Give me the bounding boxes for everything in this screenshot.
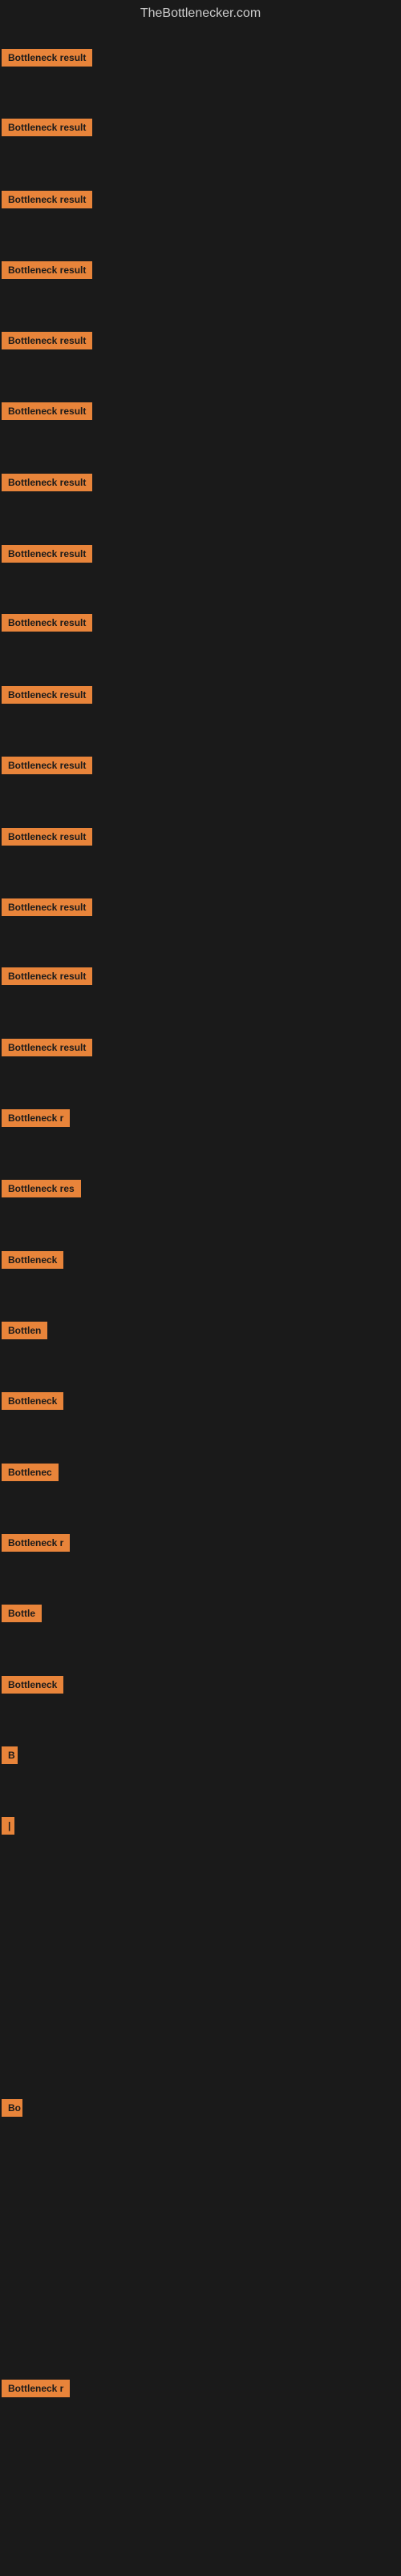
bottleneck-badge: B: [2, 1746, 18, 1764]
list-item: Bottleneck result: [2, 898, 92, 920]
list-item: Bottleneck result: [2, 332, 92, 353]
list-item: Bottleneck result: [2, 474, 92, 495]
bottleneck-badge: Bottleneck result: [2, 967, 92, 985]
list-item: Bottleneck result: [2, 261, 92, 283]
list-item: B: [2, 1746, 18, 1768]
site-title: TheBottlenecker.com: [0, 0, 401, 27]
list-item: Bottleneck result: [2, 686, 92, 708]
bottleneck-badge: Bottlenec: [2, 1464, 59, 1481]
list-item: Bottleneck: [2, 1392, 63, 1414]
bottleneck-badge: Bottleneck result: [2, 828, 92, 846]
bottleneck-badge: Bottleneck result: [2, 49, 92, 67]
bottleneck-badge: Bottleneck res: [2, 1180, 81, 1197]
list-item: Bottlenec: [2, 1464, 59, 1485]
bottleneck-badge: Bottleneck: [2, 1676, 63, 1694]
bottleneck-badge: Bo: [2, 2099, 22, 2117]
list-item: Bottleneck result: [2, 828, 92, 850]
bottleneck-badge: Bottleneck result: [2, 614, 92, 632]
bottleneck-badge: Bottleneck result: [2, 545, 92, 563]
list-item: Bottleneck: [2, 1251, 63, 1273]
list-item: Bottleneck r: [2, 2380, 70, 2401]
bottleneck-badge: Bottleneck: [2, 1251, 63, 1269]
list-item: Bottleneck r: [2, 1109, 70, 1131]
bottleneck-badge: Bottleneck result: [2, 474, 92, 491]
bottleneck-badge: Bottleneck result: [2, 1039, 92, 1056]
list-item: Bo: [2, 2099, 22, 2121]
bottleneck-badge: Bottleneck r: [2, 1534, 70, 1552]
list-item: Bottleneck result: [2, 545, 92, 567]
list-item: Bottleneck result: [2, 402, 92, 424]
bottleneck-badge: Bottleneck result: [2, 402, 92, 420]
list-item: Bottleneck result: [2, 967, 92, 989]
bottleneck-badge: Bottlen: [2, 1322, 47, 1339]
list-item: Bottleneck result: [2, 614, 92, 636]
list-item: |: [2, 1817, 14, 1839]
bottleneck-badge: Bottleneck r: [2, 1109, 70, 1127]
bottleneck-badge: Bottleneck r: [2, 2380, 70, 2397]
bottleneck-badge: Bottle: [2, 1605, 42, 1622]
bottleneck-badge: Bottleneck result: [2, 686, 92, 704]
bottleneck-badge: Bottleneck result: [2, 261, 92, 279]
list-item: Bottleneck result: [2, 757, 92, 778]
list-item: Bottleneck result: [2, 1039, 92, 1060]
bottleneck-badge: Bottleneck: [2, 1392, 63, 1410]
list-item: Bottleneck res: [2, 1180, 81, 1201]
list-item: Bottleneck result: [2, 119, 92, 140]
bottleneck-badge: Bottleneck result: [2, 191, 92, 208]
list-item: Bottleneck r: [2, 1534, 70, 1556]
bottleneck-badge: Bottleneck result: [2, 119, 92, 136]
list-item: Bottleneck: [2, 1676, 63, 1698]
list-item: Bottleneck result: [2, 49, 92, 71]
bottleneck-badge: Bottleneck result: [2, 898, 92, 916]
list-item: Bottlen: [2, 1322, 47, 1343]
bottleneck-badge: Bottleneck result: [2, 757, 92, 774]
list-item: Bottle: [2, 1605, 42, 1626]
bottleneck-badge: Bottleneck result: [2, 332, 92, 349]
list-item: Bottleneck result: [2, 191, 92, 212]
bottleneck-badge: |: [2, 1817, 14, 1835]
